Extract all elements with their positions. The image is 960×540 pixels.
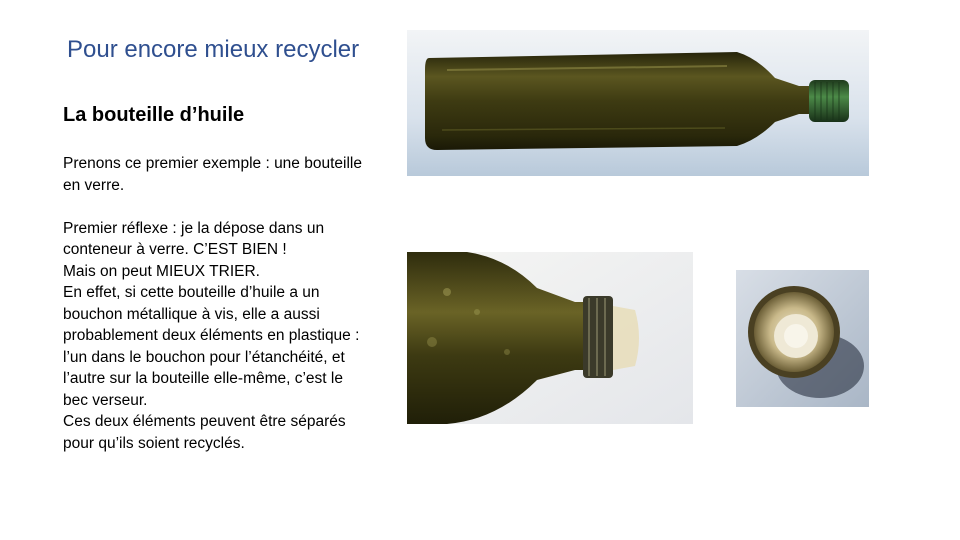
body-text: Prenons ce premier exemple : une bouteil… [63,153,363,454]
paragraph-first-reflex: Premier réflexe : je la dépose dans un c… [63,219,325,259]
olive-oil-bottle-photo [407,30,869,176]
paragraph-intro: Prenons ce premier exemple : une bouteil… [63,155,362,194]
paragraph-explanation: En effet, si cette bouteille d’huile a u… [63,284,360,409]
slide-title: Pour encore mieux recycler [67,36,360,63]
bottle-neck-pourer-photo [407,252,693,424]
cap-inside-photo [736,270,869,407]
paragraph-conclusion: Ces deux éléments peuvent être séparés p… [63,413,346,452]
slide-subtitle: La bouteille d’huile [63,104,245,126]
paragraph-better-sort: Mais on peut MIEUX TRIER. [63,262,260,280]
